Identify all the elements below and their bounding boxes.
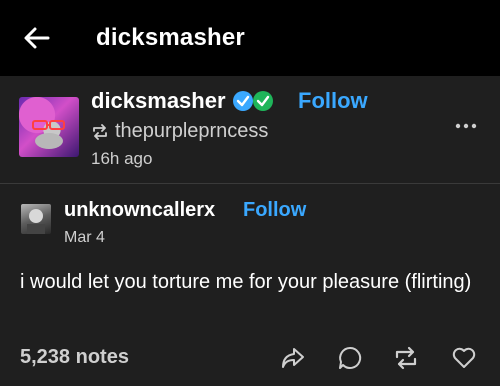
back-button[interactable] [22,24,52,52]
post-body-text: i would let you torture me for your plea… [20,271,472,293]
original-author-avatar[interactable] [21,204,51,234]
notes-count[interactable]: 5,238 notes [20,346,129,369]
verification-badges [232,90,274,112]
like-icon [452,347,476,368]
verified-green-badge [253,91,273,111]
avatar-art [27,209,45,234]
reply-icon [339,346,362,369]
arrow-left-icon [24,27,50,49]
top-bar: dicksmasher [0,0,500,76]
timestamp: 16h ago [91,149,153,168]
verified-blue-badge [233,91,253,111]
reply-button[interactable] [337,345,363,371]
original-author-name[interactable]: unknowncallerx [64,199,215,222]
blog-avatar[interactable] [19,97,79,157]
reblog-source-name: thepurpleprncess [115,120,269,142]
follow-button[interactable]: Follow [298,88,368,114]
page-title: dicksmasher [96,24,245,51]
more-horizontal-icon [455,123,477,129]
original-post-date: Mar 4 [64,229,105,246]
follow-original-button[interactable]: Follow [243,199,306,222]
reblog-button[interactable] [393,345,419,371]
avatar-art [32,120,65,149]
reblog-icon [395,346,417,370]
share-button[interactable] [280,345,306,371]
share-icon [282,348,304,368]
blog-name[interactable]: dicksmasher [91,88,226,114]
divider [0,183,500,184]
reblog-small-icon [91,123,109,141]
more-options-button[interactable] [455,121,477,131]
like-button[interactable] [451,345,477,371]
